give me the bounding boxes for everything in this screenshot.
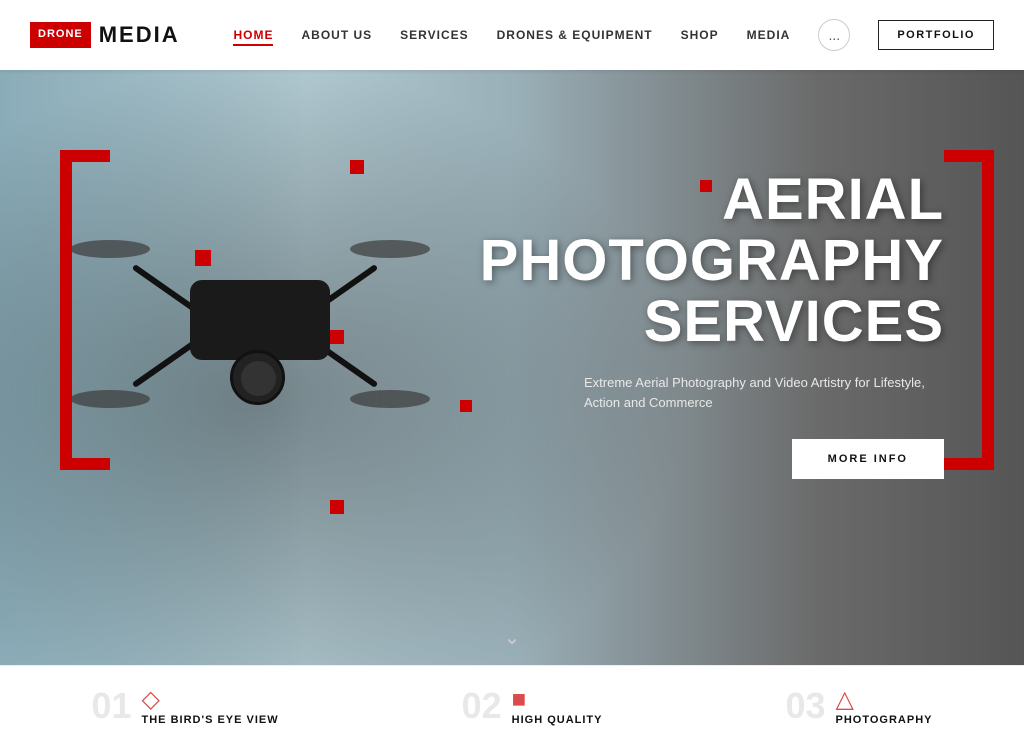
hero-subtitle: Extreme Aerial Photography and Video Art… [584, 373, 944, 415]
nav-links: HOME ABOUT US SERVICES DRONES & EQUIPMEN… [233, 19, 994, 51]
bottom-item-1: 01 ◇ THE BIRD'S EYE VIEW [91, 685, 278, 726]
photography-icon: △ [836, 685, 933, 714]
drone-prop-br [350, 390, 430, 408]
hero-content: AERIAL PHOTOGRAPHY SERVICES Extreme Aeri… [464, 170, 944, 479]
red-square-2 [195, 250, 211, 266]
nav-link-services[interactable]: SERVICES [400, 28, 468, 42]
nav-link-about[interactable]: ABOUT US [301, 28, 372, 42]
bottom-item-2: 02 ■ HIGH QUALITY [462, 686, 603, 726]
nav-link-media[interactable]: MEDIA [747, 28, 791, 42]
drone-prop-tr [350, 240, 430, 258]
bird-eye-icon: ◇ [142, 685, 279, 714]
scroll-arrow[interactable]: ⌄ [504, 625, 521, 650]
logo: DRONE MEDIA [30, 22, 180, 48]
bottom-num-2: 02 [462, 688, 502, 724]
bottom-label-2: HIGH QUALITY [512, 714, 603, 726]
nav-item-services[interactable]: SERVICES [400, 26, 468, 44]
logo-media-text: MEDIA [99, 22, 180, 48]
nav-portfolio-button[interactable]: PORTFOLIO [878, 20, 994, 50]
nav-link-home[interactable]: HOME [233, 28, 273, 46]
hero-cta-button[interactable]: MORE INFO [792, 439, 944, 479]
bottom-label-3: PHOTOGRAPHY [836, 714, 933, 726]
hero-background: AERIAL PHOTOGRAPHY SERVICES Extreme Aeri… [0, 70, 1024, 665]
nav-link-shop[interactable]: SHOP [681, 28, 719, 42]
bottom-item-inner-2: ■ HIGH QUALITY [512, 686, 603, 726]
nav-more-button[interactable]: ... [818, 19, 850, 51]
bottom-label-1: THE BIRD'S EYE VIEW [142, 714, 279, 726]
red-square-1 [350, 160, 364, 174]
hero-title-line1: AERIAL PHOTOGRAPHY [480, 167, 944, 293]
bottom-item-3: 03 △ PHOTOGRAPHY [785, 685, 932, 726]
bracket-right [944, 150, 994, 470]
logo-drone-box: DRONE [30, 22, 91, 47]
nav-item-about[interactable]: ABOUT US [301, 26, 372, 44]
bottom-num-3: 03 [785, 688, 825, 724]
bracket-left [60, 150, 110, 470]
quality-icon: ■ [512, 686, 603, 714]
nav-item-shop[interactable]: SHOP [681, 26, 719, 44]
bottom-item-inner-1: ◇ THE BIRD'S EYE VIEW [142, 685, 279, 726]
red-square-3 [330, 330, 344, 344]
red-square-5 [330, 500, 344, 514]
hero-title-line2: SERVICES [644, 289, 944, 354]
nav-item-drones[interactable]: DRONES & EQUIPMENT [497, 26, 653, 44]
nav-link-drones[interactable]: DRONES & EQUIPMENT [497, 28, 653, 42]
drone-body [190, 280, 330, 360]
hero-section: AERIAL PHOTOGRAPHY SERVICES Extreme Aeri… [0, 70, 1024, 665]
bottom-item-inner-3: △ PHOTOGRAPHY [836, 685, 933, 726]
nav-more-dots[interactable]: ... [818, 19, 850, 51]
nav-item-media[interactable]: MEDIA [747, 26, 791, 44]
hero-title: AERIAL PHOTOGRAPHY SERVICES [464, 170, 944, 353]
bottom-section: 01 ◇ THE BIRD'S EYE VIEW 02 ■ HIGH QUALI… [0, 665, 1024, 745]
bottom-num-1: 01 [91, 688, 131, 724]
nav-item-home[interactable]: HOME [233, 26, 273, 44]
navbar: DRONE MEDIA HOME ABOUT US SERVICES DRONE… [0, 0, 1024, 70]
drone-camera [230, 350, 285, 405]
